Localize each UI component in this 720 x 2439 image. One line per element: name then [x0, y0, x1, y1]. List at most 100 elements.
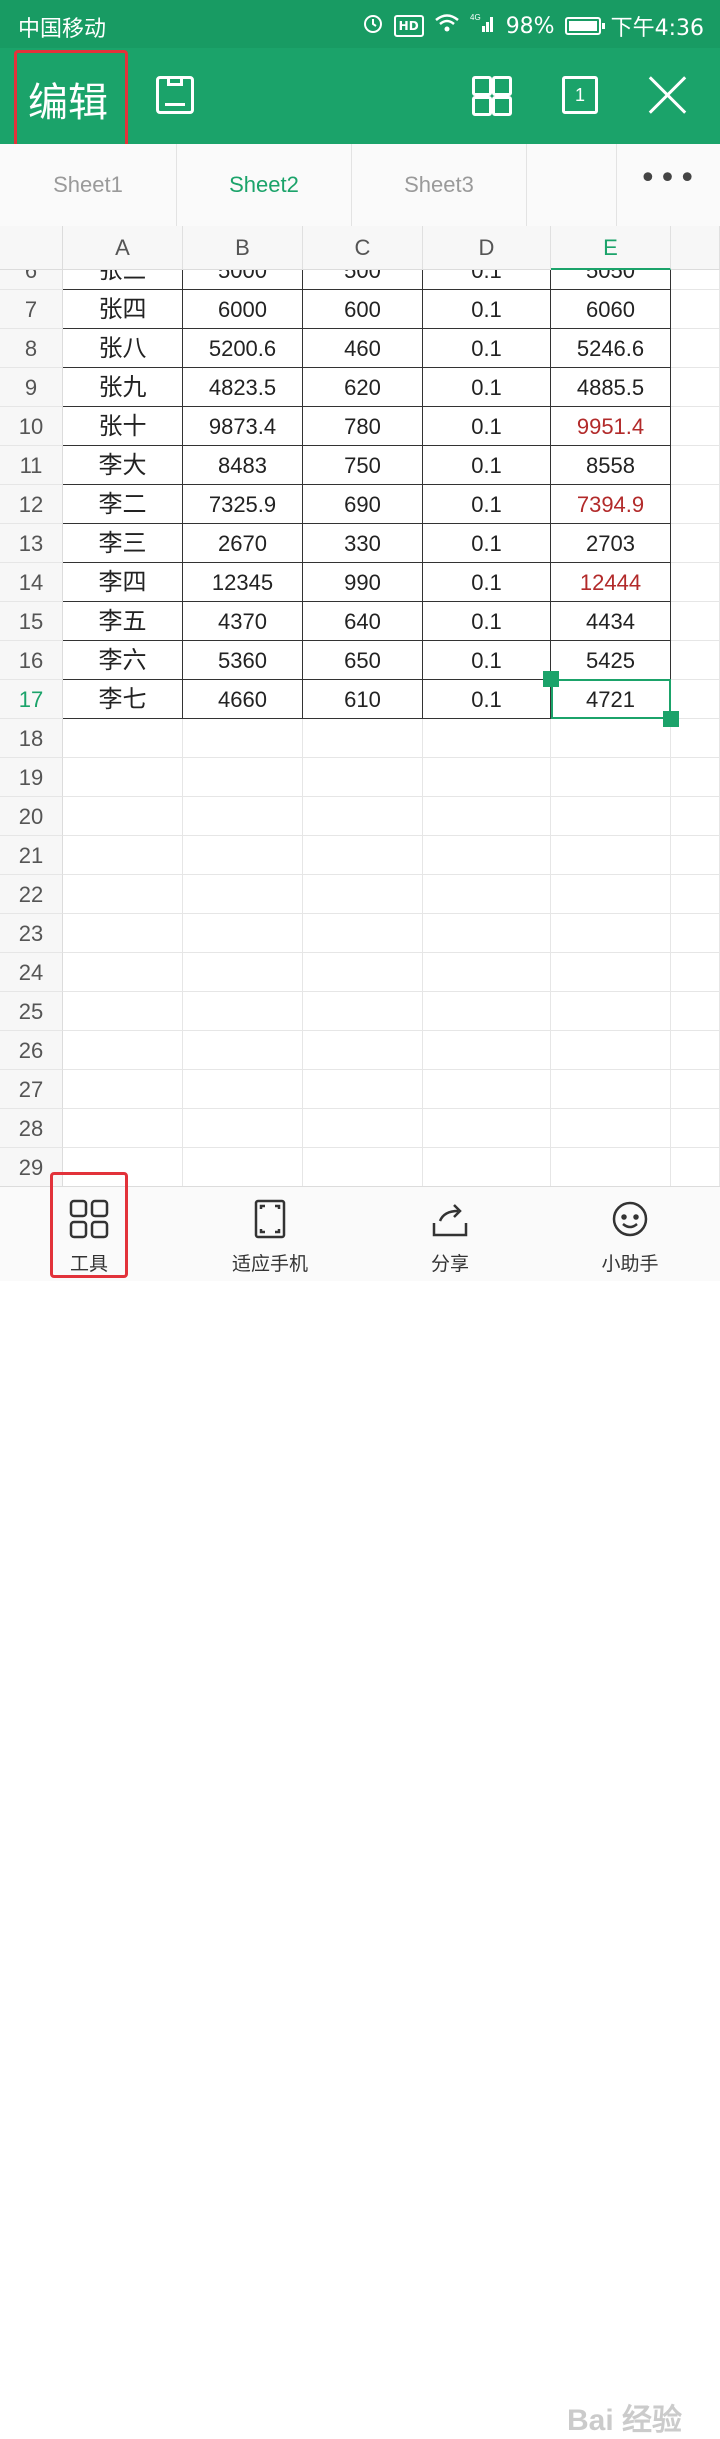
grid-cell[interactable]	[183, 1148, 303, 1186]
grid-cell[interactable]: 0.1	[423, 641, 551, 680]
row-number[interactable]: 6	[0, 270, 63, 290]
row-number[interactable]: 28	[0, 1109, 63, 1148]
grid-cell[interactable]: 12345	[183, 563, 303, 602]
grid-cell[interactable]	[671, 446, 720, 485]
grid-cell[interactable]: 690	[303, 485, 423, 524]
grid-cell[interactable]: 9873.4	[183, 407, 303, 446]
grid-cell[interactable]	[551, 1148, 671, 1186]
grid-cell[interactable]: 2703	[551, 524, 671, 563]
grid-cell[interactable]: 620	[303, 368, 423, 407]
grid-cell[interactable]: 4370	[183, 602, 303, 641]
grid-cell[interactable]	[423, 1031, 551, 1070]
grid-cell[interactable]: 0.1	[423, 446, 551, 485]
row-number[interactable]: 17	[0, 680, 63, 719]
grid-cell[interactable]: 5200.6	[183, 329, 303, 368]
grid-cell[interactable]: 6000	[183, 290, 303, 329]
grid-cell[interactable]: 0.1	[423, 485, 551, 524]
row-number[interactable]: 10	[0, 407, 63, 446]
grid-cell[interactable]	[303, 1070, 423, 1109]
grid-cell[interactable]: 990	[303, 563, 423, 602]
grid-cell[interactable]	[671, 641, 720, 680]
grid-cell[interactable]: 4721	[551, 680, 671, 719]
grid-cell[interactable]	[551, 914, 671, 953]
grid-cell[interactable]	[671, 290, 720, 329]
grid-cell[interactable]	[63, 953, 183, 992]
grid-cell[interactable]: 李四	[63, 563, 183, 602]
grid-cell[interactable]: 4434	[551, 602, 671, 641]
grid-cell[interactable]	[63, 719, 183, 758]
grid-cell[interactable]	[671, 797, 720, 836]
grid-cell[interactable]: 600	[303, 290, 423, 329]
grid-cell[interactable]: 4885.5	[551, 368, 671, 407]
grid-cell[interactable]	[303, 953, 423, 992]
grid-cell[interactable]	[423, 914, 551, 953]
grid-cell[interactable]: 12444	[551, 563, 671, 602]
grid-cell[interactable]: 5000	[183, 270, 303, 290]
grid-cell[interactable]	[183, 992, 303, 1031]
row-number[interactable]: 15	[0, 602, 63, 641]
column-header-c[interactable]: C	[303, 226, 423, 270]
grid-cell[interactable]: 5360	[183, 641, 303, 680]
row-number[interactable]: 16	[0, 641, 63, 680]
grid-cell[interactable]	[671, 1109, 720, 1148]
grid-cell[interactable]	[551, 1109, 671, 1148]
grid-cell[interactable]	[423, 1109, 551, 1148]
row-number[interactable]: 7	[0, 290, 63, 329]
grid-cell[interactable]	[183, 914, 303, 953]
grid-cell[interactable]	[303, 1031, 423, 1070]
selection-handle-bottom-right[interactable]	[663, 711, 679, 727]
grid-cell[interactable]	[183, 1031, 303, 1070]
grid-cell[interactable]	[63, 1031, 183, 1070]
grid-cell[interactable]	[551, 1031, 671, 1070]
grid-cell[interactable]	[671, 407, 720, 446]
grid-cell[interactable]	[671, 524, 720, 563]
grid-cell[interactable]: 650	[303, 641, 423, 680]
grid-cell[interactable]	[551, 1070, 671, 1109]
grid-cell[interactable]	[423, 992, 551, 1031]
apps-grid-icon[interactable]	[472, 76, 512, 116]
grid-cell[interactable]: 750	[303, 446, 423, 485]
fit-screen-button[interactable]: 适应手机	[220, 1187, 320, 1281]
grid-cell[interactable]	[423, 1148, 551, 1186]
page-number-icon[interactable]: 1	[562, 76, 598, 114]
grid-cell[interactable]: 李二	[63, 485, 183, 524]
grid-cell[interactable]	[63, 758, 183, 797]
grid-cell[interactable]	[303, 797, 423, 836]
save-icon[interactable]	[156, 76, 194, 114]
column-header-d[interactable]: D	[423, 226, 551, 270]
grid-cell[interactable]	[423, 719, 551, 758]
row-number[interactable]: 20	[0, 797, 63, 836]
share-button[interactable]: 分享	[410, 1187, 490, 1281]
grid-cell[interactable]: 0.1	[423, 602, 551, 641]
grid-cell[interactable]: 0.1	[423, 329, 551, 368]
grid-cell[interactable]	[671, 914, 720, 953]
grid-cell[interactable]: 李三	[63, 524, 183, 563]
grid-cell[interactable]	[63, 797, 183, 836]
grid-cell[interactable]	[423, 1070, 551, 1109]
spreadsheet-grid[interactable]: A B C D E 6 张三 5000 500 0.1 5050 7 张四 6000 600 0.1…	[0, 226, 720, 1186]
grid-cell[interactable]	[303, 875, 423, 914]
grid-cell[interactable]	[183, 836, 303, 875]
tab-sheet2[interactable]: Sheet2	[177, 144, 352, 226]
grid-cell[interactable]	[551, 719, 671, 758]
row-number[interactable]: 23	[0, 914, 63, 953]
grid-cell[interactable]: 0.1	[423, 290, 551, 329]
grid-cell[interactable]: 460	[303, 329, 423, 368]
grid-cell[interactable]: 李大	[63, 446, 183, 485]
tab-sheet1[interactable]: Sheet1	[0, 144, 177, 226]
row-number[interactable]: 14	[0, 563, 63, 602]
grid-cell[interactable]: 9951.4	[551, 407, 671, 446]
grid-cell[interactable]	[671, 485, 720, 524]
grid-cell[interactable]	[551, 758, 671, 797]
grid-cell[interactable]: 5425	[551, 641, 671, 680]
row-number[interactable]: 25	[0, 992, 63, 1031]
grid-cell[interactable]	[423, 758, 551, 797]
grid-cell[interactable]	[63, 1109, 183, 1148]
grid-cell[interactable]	[671, 602, 720, 641]
grid-cell[interactable]	[423, 797, 551, 836]
grid-cell[interactable]: 张十	[63, 407, 183, 446]
grid-cell[interactable]: 张八	[63, 329, 183, 368]
row-number[interactable]: 13	[0, 524, 63, 563]
grid-cell[interactable]	[303, 758, 423, 797]
select-all-corner[interactable]	[0, 226, 63, 270]
